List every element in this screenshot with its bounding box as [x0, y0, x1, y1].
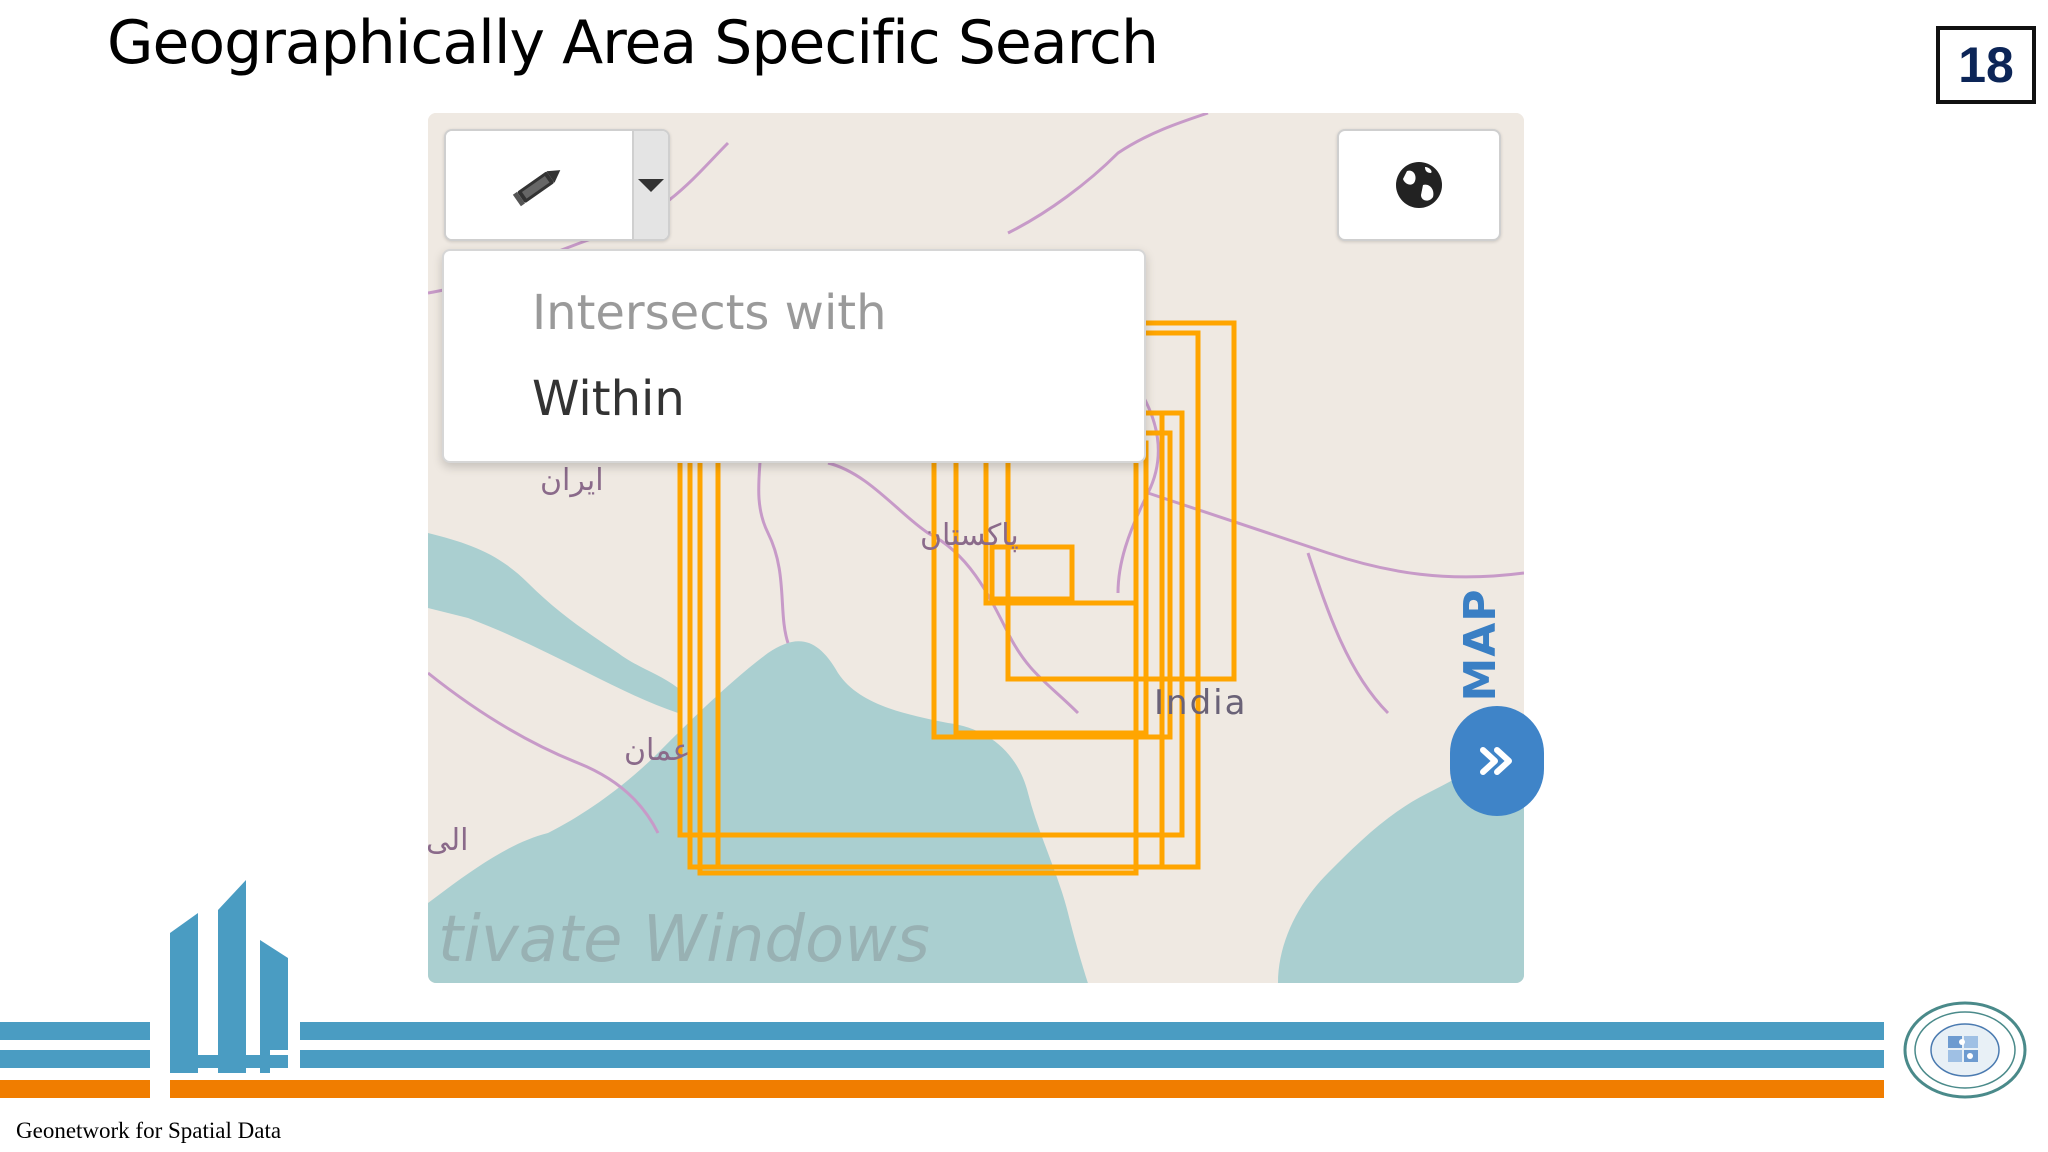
menu-item-within[interactable]: Within: [532, 371, 685, 427]
orange-stripe: [0, 1080, 150, 1098]
map-label-india: India: [1154, 683, 1248, 723]
page-number: 18: [1936, 26, 2036, 104]
caret-down-icon: [638, 178, 664, 192]
building-shape: [260, 940, 288, 1073]
blue-stripe: [170, 1055, 288, 1068]
footer-caption: Geonetwork for Spatial Data: [16, 1118, 282, 1143]
map-tab-label: MAP: [1454, 588, 1506, 702]
double-chevron-right-icon: [1480, 747, 1512, 775]
pencil-icon: [512, 170, 561, 207]
building-shape: [170, 913, 198, 1073]
map-label-yemen: الی: [428, 823, 469, 858]
organization-seal-logo: [1903, 1001, 2027, 1099]
map-widget[interactable]: ایران پاکستان عمان الی India tivate Wind…: [428, 113, 1524, 983]
globe-icon: [1396, 162, 1442, 208]
globe-button[interactable]: [1337, 129, 1501, 241]
slide-title: Geographically Area Specific Search: [107, 8, 1159, 78]
map-label-oman: عمان: [624, 733, 691, 768]
blue-stripe: [0, 1022, 150, 1040]
blue-stripe: [0, 1050, 150, 1068]
draw-extent-button[interactable]: [446, 131, 634, 239]
map-side-tab[interactable]: MAP: [1454, 580, 1506, 710]
orange-stripe: [170, 1080, 1884, 1098]
map-label-pakistan: پاکستان: [920, 518, 1019, 553]
menu-item-intersects-with[interactable]: Intersects with: [532, 285, 887, 341]
building-shape: [218, 880, 246, 1073]
draw-tool-group: [444, 129, 670, 241]
map-label-iran: ایران: [540, 463, 604, 498]
footer-branding-graphic: [0, 880, 1884, 1098]
spatial-relation-menu: Intersects with Within: [442, 249, 1146, 463]
blue-stripe: [300, 1022, 1884, 1040]
expand-map-button[interactable]: [1450, 706, 1544, 816]
blue-stripe: [300, 1050, 1884, 1068]
spatial-relation-dropdown-toggle[interactable]: [634, 131, 668, 239]
